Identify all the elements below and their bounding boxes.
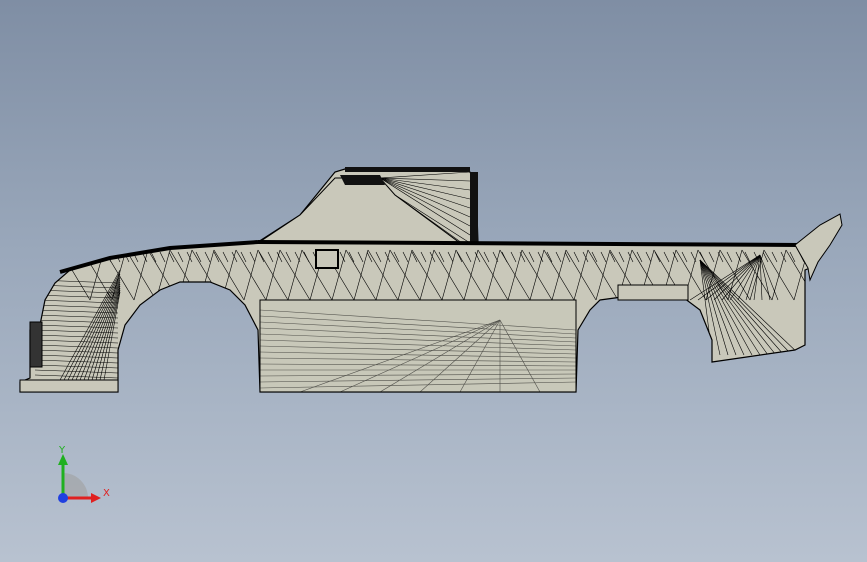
car-body-model[interactable]	[0, 0, 867, 562]
triad-quarter-disc	[63, 473, 88, 498]
z-axis-icon	[58, 493, 68, 503]
x-axis-label: X	[103, 488, 110, 499]
graphics-viewport[interactable]: Y X	[0, 0, 867, 562]
side-skirt	[259, 299, 577, 393]
side-mirror	[315, 249, 339, 269]
axis-triad: Y X	[58, 445, 110, 503]
y-axis-label: Y	[58, 445, 66, 456]
front-bumper	[19, 379, 119, 393]
